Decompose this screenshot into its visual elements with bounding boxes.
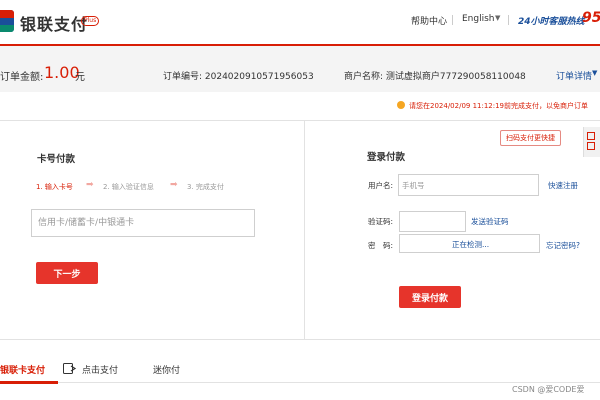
unionpay-logo-icon	[0, 10, 14, 32]
amount-label: 订单金额:	[0, 72, 44, 83]
password-check-status: 正在检测...	[452, 240, 490, 249]
send-code-link[interactable]: 发送验证码	[471, 216, 509, 227]
hotline-label: 24小时客服热线	[518, 17, 585, 27]
bulb-icon	[397, 101, 405, 109]
login-pay-title: 登录付款	[367, 152, 406, 163]
payment-deadline-notice: 请您在2024/02/09 11:12:19前完成支付，以免商户订单	[409, 102, 589, 110]
step-arrow-icon: ➡	[170, 180, 178, 190]
amount-unit: 元	[75, 72, 85, 83]
order-number: 订单编号: 2024020910571956053	[163, 72, 314, 82]
csdn-watermark: CSDN @爱CODE爱	[512, 385, 585, 394]
step-enter-card: 1. 输入卡号	[36, 183, 73, 191]
header-divider	[508, 15, 509, 25]
brand-tag: Plus	[81, 16, 100, 26]
qr-pay-tip[interactable]: 扫码支付更快捷	[500, 130, 561, 146]
tab-unionpay-card[interactable]: 银联卡支付	[0, 363, 45, 376]
active-tab-indicator	[0, 381, 58, 384]
quick-register-link[interactable]: 快速注册	[548, 180, 578, 191]
verification-code-input[interactable]	[399, 211, 466, 232]
username-label: 用户名:	[368, 181, 394, 190]
forgot-password-link[interactable]: 忘记密码?	[546, 240, 580, 251]
merchant-name: 商户名称: 测试虚拟商户777290058110048	[344, 72, 526, 82]
username-input[interactable]	[398, 174, 539, 196]
next-step-button[interactable]: 下一步	[36, 262, 98, 284]
brand-name: 银联支付	[20, 15, 89, 34]
tab-mini-pay[interactable]: 迷你付	[153, 363, 180, 376]
card-number-input[interactable]	[31, 209, 255, 237]
click-pay-icon[interactable]	[63, 363, 77, 374]
step-arrow-icon: ➡	[86, 180, 94, 190]
chevron-down-icon[interactable]: ▼	[592, 69, 597, 77]
order-detail-link[interactable]: 订单详情	[556, 69, 592, 82]
hotline-number: 955	[582, 10, 600, 26]
tabs-divider	[0, 382, 600, 383]
language-select[interactable]: English	[462, 14, 495, 24]
qr-code-icon[interactable]	[583, 127, 600, 157]
step-complete: 3. 完成支付	[187, 183, 224, 191]
header-divider	[452, 15, 453, 25]
login-pay-button[interactable]: 登录付款	[399, 286, 461, 308]
verification-code-label: 验证码:	[368, 217, 394, 226]
card-pay-title: 卡号付款	[37, 154, 76, 165]
tab-click-pay[interactable]: 点击支付	[82, 363, 118, 376]
help-center-link[interactable]: 帮助中心	[411, 14, 447, 27]
step-verify: 2. 输入验证信息	[103, 183, 154, 191]
password-label: 密 码:	[368, 241, 394, 250]
chevron-down-icon[interactable]: ▼	[495, 14, 500, 22]
